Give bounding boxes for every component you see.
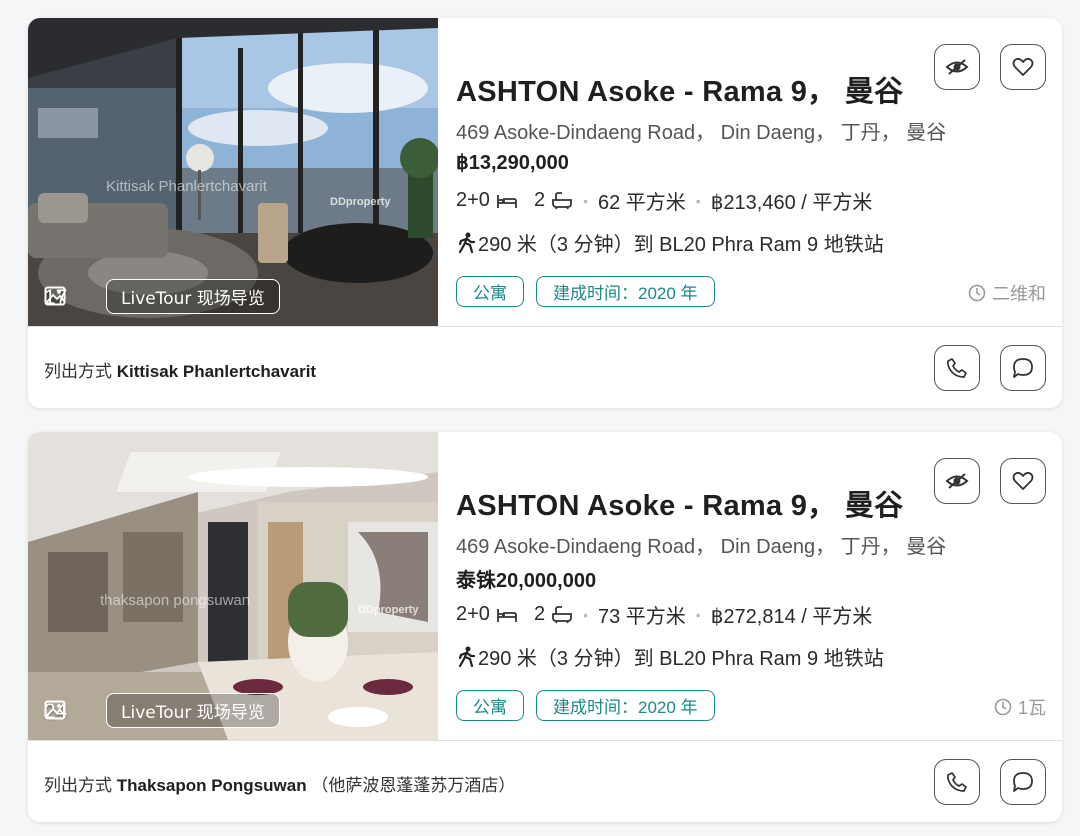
photo-watermark: thaksapon pongsuwan xyxy=(100,592,251,609)
listing-price: ฿13,290,000 xyxy=(456,152,569,174)
baths-value: 2 xyxy=(533,603,546,625)
tag-list: 公寓 建成时间：2020 年 xyxy=(456,276,715,307)
price-per-sqm: ฿213,460 / 平方米 xyxy=(710,192,873,214)
brand-watermark: DDproperty xyxy=(330,196,391,208)
transit-info: 290 米（3 分钟）到 BL20 Phra Ram 9 地铁站 xyxy=(456,228,884,257)
separator-dot: • xyxy=(695,606,701,623)
phone-icon xyxy=(946,772,967,792)
price-per-sqm: ฿272,814 / 平方米 xyxy=(710,606,873,628)
eye-icon xyxy=(945,59,969,75)
separator-dot: • xyxy=(583,192,588,209)
listed-by: 列出方式 Kittisak Phanlertchavarit xyxy=(44,357,316,382)
image-icon xyxy=(44,286,66,306)
hide-listing-button[interactable] xyxy=(934,44,980,90)
livetour-badge[interactable]: LiveTour 现场导览 xyxy=(106,279,280,314)
clock-icon xyxy=(994,698,1012,716)
listing-title[interactable]: ASHTON Asoke - Rama 9， 曼谷 xyxy=(456,68,903,110)
clock-icon xyxy=(968,284,986,302)
transit-text: 290 米（3 分钟）到 BL20 Phra Ram 9 地铁站 xyxy=(478,648,884,670)
bed-icon xyxy=(497,608,517,622)
agent-suffix: （他萨波恩蓬蓬苏万酒店） xyxy=(311,776,516,795)
listing-photo[interactable]: thaksapon pongsuwan DDproperty 24 LiveTo… xyxy=(28,432,438,740)
call-agent-button[interactable] xyxy=(934,759,980,805)
walking-person-icon xyxy=(458,232,476,253)
beds-value: 2+0 xyxy=(456,603,490,625)
eye-icon xyxy=(945,473,969,489)
bath-icon xyxy=(552,605,572,623)
card-footer: 列出方式 Kittisak Phanlertchavarit xyxy=(28,327,1062,408)
separator-dot: • xyxy=(583,606,588,623)
listed-by-label: 列出方式 xyxy=(44,362,112,381)
listing-specs: 2+0 2 • 73 平方米 • ฿272,814 / 平方米 xyxy=(456,600,872,629)
separator-dot: • xyxy=(695,192,701,209)
photo-count: 17 xyxy=(44,286,67,310)
heart-icon xyxy=(1012,471,1034,490)
listing-specs: 2+0 2 • 62 平方米 • ฿213,460 / 平方米 xyxy=(456,186,872,215)
tag-build-year: 建成时间：2020 年 xyxy=(536,276,715,307)
listed-by: 列出方式 Thaksapon Pongsuwan （他萨波恩蓬蓬苏万酒店） xyxy=(44,771,515,796)
tag-property-type: 公寓 xyxy=(456,276,524,307)
tag-list: 公寓 建成时间：2020 年 xyxy=(456,690,715,721)
chat-agent-button[interactable] xyxy=(1000,759,1046,805)
bed-icon xyxy=(497,194,517,208)
transit-text: 290 米（3 分钟）到 BL20 Phra Ram 9 地铁站 xyxy=(478,234,884,256)
posted-time: 1瓦 xyxy=(994,694,1046,720)
image-icon xyxy=(44,700,66,720)
photo-watermark: Kittisak Phanlertchavarit xyxy=(106,178,267,195)
listed-by-label: 列出方式 xyxy=(44,776,112,795)
listing-price: 泰铢20,000,000 xyxy=(456,570,597,592)
listing-title[interactable]: ASHTON Asoke - Rama 9， 曼谷 xyxy=(456,482,903,524)
chat-agent-button[interactable] xyxy=(1000,345,1046,391)
phone-icon xyxy=(946,358,967,378)
brand-watermark: DDproperty xyxy=(358,604,419,616)
listing-card[interactable]: thaksapon pongsuwan DDproperty 24 LiveTo… xyxy=(28,432,1062,822)
tag-build-year: 建成时间：2020 年 xyxy=(536,690,715,721)
posted-time: 二维和 xyxy=(968,280,1046,306)
chat-bubble-icon xyxy=(1013,772,1033,792)
agent-name[interactable]: Kittisak Phanlertchavarit xyxy=(117,362,316,381)
listing-address: 469 Asoke-Dindaeng Road， Din Daeng， 丁丹， … xyxy=(456,122,947,144)
agent-name[interactable]: Thaksapon Pongsuwan xyxy=(117,776,307,795)
heart-icon xyxy=(1012,57,1034,76)
bath-icon xyxy=(552,191,572,209)
area-value: 73 平方米 xyxy=(597,606,686,628)
livetour-badge[interactable]: LiveTour 现场导览 xyxy=(106,693,280,728)
chat-bubble-icon xyxy=(1013,358,1033,378)
save-favorite-button[interactable] xyxy=(1000,44,1046,90)
listing-photo[interactable]: Kittisak Phanlertchavarit DDproperty 17 … xyxy=(28,18,438,326)
area-value: 62 平方米 xyxy=(597,192,686,214)
listing-card[interactable]: Kittisak Phanlertchavarit DDproperty 17 … xyxy=(28,18,1062,408)
save-favorite-button[interactable] xyxy=(1000,458,1046,504)
photo-count: 24 xyxy=(44,700,67,724)
call-agent-button[interactable] xyxy=(934,345,980,391)
beds-value: 2+0 xyxy=(456,189,490,211)
listing-address: 469 Asoke-Dindaeng Road， Din Daeng， 丁丹， … xyxy=(456,536,947,558)
transit-info: 290 米（3 分钟）到 BL20 Phra Ram 9 地铁站 xyxy=(456,642,884,671)
baths-value: 2 xyxy=(533,189,546,211)
posted-time-text: 1瓦 xyxy=(1017,698,1046,718)
tag-property-type: 公寓 xyxy=(456,690,524,721)
walking-person-icon xyxy=(458,646,476,667)
hide-listing-button[interactable] xyxy=(934,458,980,504)
posted-time-text: 二维和 xyxy=(992,284,1046,304)
card-footer: 列出方式 Thaksapon Pongsuwan （他萨波恩蓬蓬苏万酒店） xyxy=(28,741,1062,822)
